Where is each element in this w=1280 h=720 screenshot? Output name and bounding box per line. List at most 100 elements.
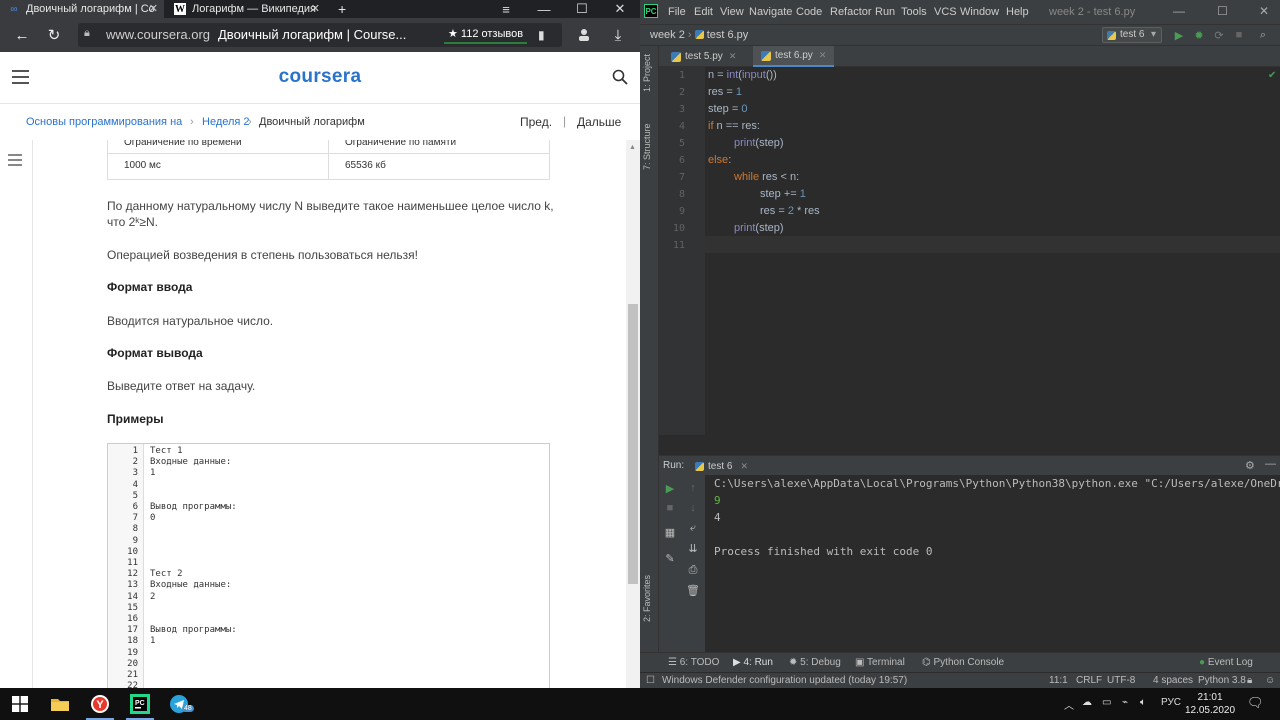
monitor-icon[interactable]: ▭ <box>1102 697 1111 708</box>
project-breadcrumb[interactable]: week 2 › test 6.py <box>650 29 748 41</box>
incognito-extension-icon[interactable] <box>576 27 592 43</box>
menu-vcs[interactable]: VCS <box>934 6 957 18</box>
new-tab-button[interactable]: + <box>334 0 354 18</box>
up-arrow-icon[interactable]: ↑ <box>686 481 700 495</box>
tab-close-icon[interactable]: ✕ <box>729 51 737 62</box>
input-language[interactable]: РУС <box>1161 697 1181 708</box>
run-icon[interactable]: ▶ <box>1172 28 1186 42</box>
onedrive-cloud-icon[interactable]: ☁ <box>1082 697 1092 708</box>
python-interpreter[interactable]: Python 3.8 <box>1198 675 1246 686</box>
code-line[interactable]: step = 0 <box>708 101 747 118</box>
tray-expand-icon[interactable]: ︿ <box>1064 697 1074 712</box>
notifications-icon[interactable]: 🗨︎ <box>1247 695 1264 711</box>
event-log-tab[interactable]: ● Event Log <box>1199 657 1253 668</box>
trash-icon[interactable]: 🗑︎ <box>686 583 700 597</box>
line-separator[interactable]: CRLF <box>1076 675 1102 686</box>
breadcrumb-course-link[interactable]: Основы программирования на Pyth <box>26 116 186 128</box>
list-icon[interactable] <box>8 154 22 166</box>
tab-test-6[interactable]: test 6.py ✕ <box>753 46 835 67</box>
soft-wrap-icon[interactable]: ⤶ <box>686 521 700 535</box>
browser-menu-icon[interactable]: ≡ <box>487 0 525 18</box>
layout-icon[interactable]: ▦ <box>663 525 677 539</box>
back-arrow-icon[interactable]: ← <box>14 27 30 44</box>
search-everywhere-icon[interactable]: ⌕ <box>1256 28 1270 42</box>
menu-view[interactable]: View <box>720 6 744 18</box>
code-line[interactable]: print(step) <box>734 220 784 237</box>
project-tool-tab[interactable]: 1: Project <box>642 54 652 92</box>
indent-setting[interactable]: 4 spaces <box>1153 675 1193 686</box>
code-line[interactable]: else: <box>708 152 731 169</box>
terminal-tab[interactable]: ▣ Terminal <box>855 657 905 668</box>
todo-tab[interactable]: ☰ 6: TODO <box>668 657 719 668</box>
file-explorer-icon[interactable] <box>40 688 80 720</box>
down-arrow-icon[interactable]: ↓ <box>686 501 700 515</box>
file-encoding[interactable]: UTF-8 <box>1107 675 1135 686</box>
code-line[interactable]: step += 1 <box>760 186 806 203</box>
page-scrollbar[interactable]: ▲ <box>626 140 640 688</box>
search-icon[interactable] <box>612 69 628 85</box>
menu-file[interactable]: File <box>668 6 686 18</box>
print-icon[interactable]: ⎙ <box>686 563 700 577</box>
minimize-icon[interactable]: — <box>1173 4 1185 18</box>
pycharm-taskbar-icon[interactable]: PC <box>120 688 160 720</box>
close-window-icon[interactable]: ✕ <box>601 0 639 18</box>
scroll-to-end-icon[interactable]: ⇊ <box>686 541 700 555</box>
menu-run[interactable]: Run <box>875 6 895 18</box>
pin-icon[interactable]: ✎ <box>663 551 677 565</box>
close-window-icon[interactable]: ✕ <box>1259 4 1269 18</box>
stop-icon[interactable]: ■ <box>1232 28 1246 42</box>
maximize-icon[interactable]: ☐ <box>1217 4 1228 18</box>
volume-icon[interactable]: 🔈︎ <box>1140 697 1146 708</box>
browser-tab-coursera[interactable]: ∞ Двоичный логарифм | Co ✕ <box>0 0 164 18</box>
code-line[interactable]: print(step) <box>734 135 784 152</box>
menu-code[interactable]: Code <box>796 6 822 18</box>
prev-button[interactable]: Пред. <box>520 115 552 129</box>
menu-help[interactable]: Help <box>1006 6 1029 18</box>
menu-window[interactable]: Window <box>960 6 999 18</box>
maximize-icon[interactable]: ☐ <box>563 0 601 18</box>
minimize-icon[interactable]: — <box>525 0 563 18</box>
debug-icon[interactable]: ✹ <box>1192 28 1206 42</box>
url-field[interactable]: 🔒︎ www.coursera.org Двоичный логарифм | … <box>78 23 562 47</box>
rerun-icon[interactable]: ▶ <box>663 481 677 495</box>
scroll-up-arrow-icon[interactable]: ▲ <box>629 144 636 151</box>
menu-navigate[interactable]: Navigate <box>749 6 792 18</box>
hide-panel-icon[interactable]: — <box>1265 458 1276 470</box>
system-clock[interactable]: 21:01 12.05.2020 <box>1180 691 1240 717</box>
network-icon[interactable]: ⌁ <box>1122 697 1128 708</box>
run-config-select[interactable]: test 6 ▾ <box>1102 27 1162 43</box>
download-icon[interactable]: ⤓ <box>610 27 626 44</box>
gear-icon[interactable]: ⚙ <box>1245 459 1255 472</box>
debug-tab[interactable]: ✹ 5: Debug <box>789 657 841 668</box>
telegram-icon[interactable]: 48 <box>160 688 200 720</box>
coverage-icon[interactable]: ⟳ <box>1212 28 1226 42</box>
menu-edit[interactable]: Edit <box>694 6 713 18</box>
tab-close-icon[interactable]: ✕ <box>740 461 748 472</box>
menu-refactor[interactable]: Refactor <box>830 6 872 18</box>
notifications-icon[interactable]: ☺ <box>1265 675 1275 686</box>
browser-tab-wikipedia[interactable]: W Логарифм — Википедия ✕ <box>166 0 326 18</box>
tab-test-5[interactable]: test 5.py ✕ <box>663 46 744 67</box>
status-message[interactable]: Windows Defender configuration updated (… <box>662 675 907 686</box>
scrollbar-thumb[interactable] <box>628 304 638 584</box>
reload-icon[interactable]: ↻ <box>46 27 62 44</box>
menu-tools[interactable]: Tools <box>901 6 927 18</box>
breadcrumb-week-link[interactable]: Неделя 2 <box>202 116 250 128</box>
lock-icon[interactable]: 🔒︎ <box>1247 675 1252 686</box>
python-console-tab[interactable]: ⌬ Python Console <box>922 657 1004 668</box>
tab-close-icon[interactable]: ✕ <box>819 50 827 61</box>
run-tool-tab[interactable]: ▶ 4: Run <box>733 657 773 668</box>
bookmark-icon[interactable]: ▮ <box>538 28 545 42</box>
yandex-browser-icon[interactable]: Y <box>80 688 120 720</box>
structure-tool-tab[interactable]: 7: Structure <box>642 123 652 170</box>
coursera-logo[interactable]: coursera <box>0 66 640 88</box>
status-toggle-icon[interactable]: ☐ <box>646 675 655 686</box>
next-button[interactable]: Дальше <box>577 115 621 129</box>
code-line[interactable]: res = 2 * res <box>760 203 820 220</box>
run-console[interactable]: C:\Users\alexe\AppData\Local\Programs\Py… <box>705 475 1280 643</box>
run-tab[interactable]: test 6 ✕ <box>695 458 748 474</box>
windows-start-icon[interactable] <box>0 688 40 720</box>
stop-icon[interactable]: ■ <box>663 501 677 515</box>
code-line[interactable]: n = int(input()) <box>708 67 777 84</box>
caret-position[interactable]: 11:1 <box>1049 675 1068 686</box>
